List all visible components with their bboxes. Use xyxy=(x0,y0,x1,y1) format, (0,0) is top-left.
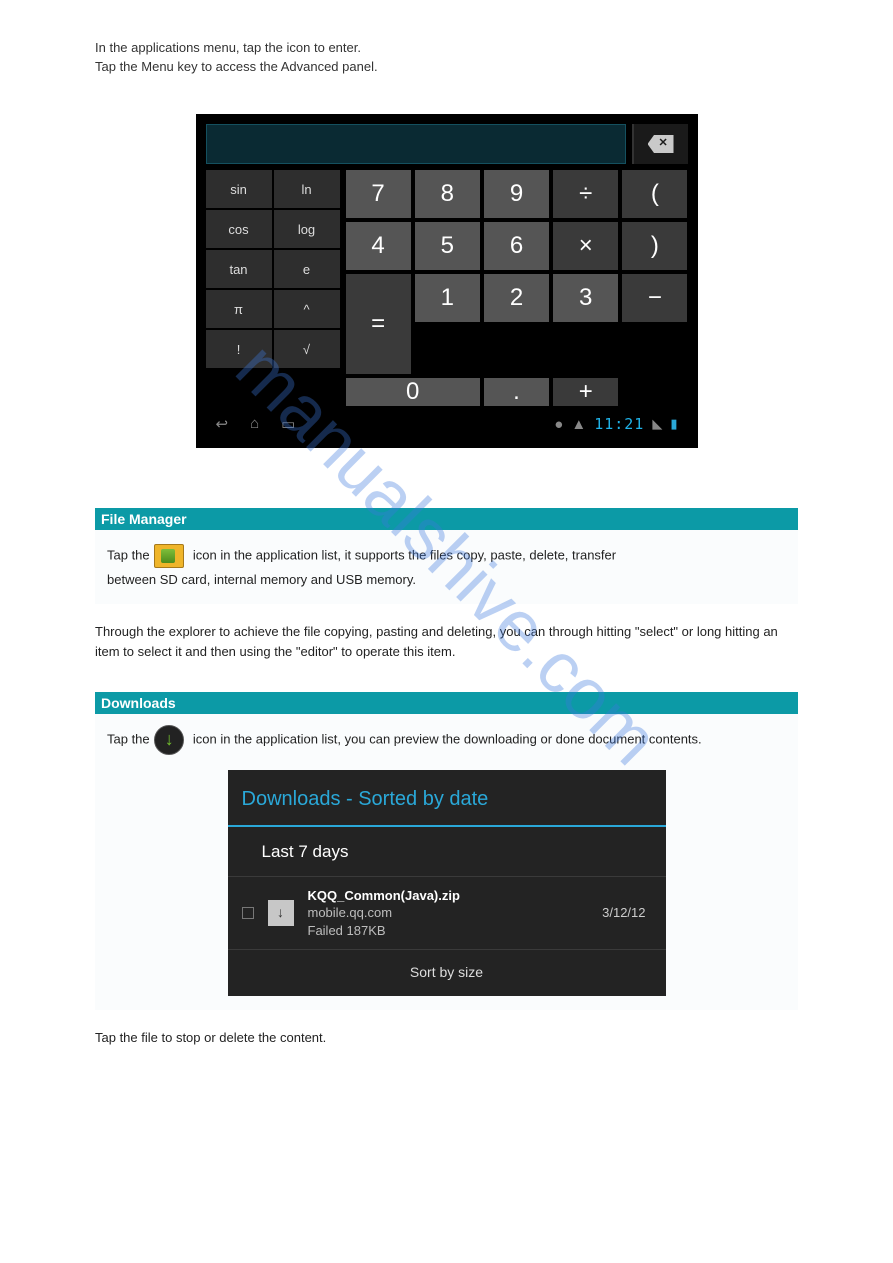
file-manager-icon xyxy=(153,542,185,570)
dl-text-after: icon in the application list, you can pr… xyxy=(193,732,702,747)
intro-line-1-before: In the applications menu, tap the icon xyxy=(95,40,310,55)
key-divide[interactable]: ÷ xyxy=(553,170,618,218)
explorer-paragraph: Through the explorer to achieve the file… xyxy=(95,622,798,662)
downloads-icon xyxy=(153,726,185,754)
dot-icon: ● xyxy=(554,416,563,433)
download-checkbox[interactable] xyxy=(242,907,254,919)
key-4[interactable]: 4 xyxy=(346,222,411,270)
download-status: Failed 187KB xyxy=(308,922,589,940)
home-icon[interactable]: ⌂ xyxy=(250,415,259,433)
key-1[interactable]: 1 xyxy=(415,274,480,322)
intro-line-1-after: to enter. xyxy=(314,40,361,55)
key-multiply[interactable]: × xyxy=(553,222,618,270)
key-7[interactable]: 7 xyxy=(346,170,411,218)
backspace-button[interactable] xyxy=(632,124,688,164)
fm-text-before: Tap the xyxy=(107,547,153,562)
recent-icon[interactable]: ▭ xyxy=(281,415,295,433)
wifi-icon: ◣ xyxy=(652,416,662,432)
key-6[interactable]: 6 xyxy=(484,222,549,270)
func-sin[interactable]: sin xyxy=(206,170,272,208)
func-tan[interactable]: tan xyxy=(206,250,272,288)
dl-text-before: Tap the xyxy=(107,732,153,747)
key-lparen[interactable]: ( xyxy=(622,170,687,218)
key-8[interactable]: 8 xyxy=(415,170,480,218)
key-dot[interactable]: . xyxy=(484,378,549,406)
downloads-title: Downloads - Sorted by date xyxy=(228,770,666,827)
download-file-icon: ↓ xyxy=(268,900,294,926)
clock: 11:21 xyxy=(594,415,644,433)
intro-line-2: Tap the Menu key to access the Advanced … xyxy=(95,59,798,74)
func-cos[interactable]: cos xyxy=(206,210,272,248)
downloads-panel: Downloads - Sorted by date Last 7 days ↓… xyxy=(228,770,666,996)
key-2[interactable]: 2 xyxy=(484,274,549,322)
battery-icon: ▮ xyxy=(670,416,677,432)
func-e[interactable]: e xyxy=(274,250,340,288)
key-plus[interactable]: + xyxy=(553,378,618,406)
section-downloads: Tap the icon in the application list, yo… xyxy=(95,714,798,1010)
back-icon[interactable]: ↩ xyxy=(216,415,229,433)
func-log[interactable]: log xyxy=(274,210,340,248)
download-date: 3/12/12 xyxy=(602,903,645,923)
func-ln[interactable]: ln xyxy=(274,170,340,208)
calculator-screenshot: sin ln cos log tan e π ^ ! √ 7 8 9 ÷ ( 4… xyxy=(196,114,698,448)
key-3[interactable]: 3 xyxy=(553,274,618,322)
fm-text-line2: between SD card, internal memory and USB… xyxy=(107,572,416,587)
key-9[interactable]: 9 xyxy=(484,170,549,218)
downloads-group-label: Last 7 days xyxy=(228,827,666,876)
func-pi[interactable]: π xyxy=(206,290,272,328)
key-5[interactable]: 5 xyxy=(415,222,480,270)
key-rparen[interactable]: ) xyxy=(622,222,687,270)
sort-by-size-button[interactable]: Sort by size xyxy=(228,950,666,996)
func-fact[interactable]: ! xyxy=(206,330,272,368)
section-file-manager: Tap the icon in the application list, it… xyxy=(95,530,798,604)
download-item[interactable]: ↓ KQQ_Common(Java).zip mobile.qq.com Fai… xyxy=(228,877,666,951)
calc-display[interactable] xyxy=(206,124,626,164)
key-0[interactable]: 0 xyxy=(346,378,480,406)
backspace-icon xyxy=(648,135,674,153)
func-sqrt[interactable]: √ xyxy=(274,330,340,368)
warning-icon: ▲ xyxy=(571,416,586,433)
key-equals[interactable]: = xyxy=(346,274,411,374)
heading-file-manager: File Manager xyxy=(95,508,798,530)
heading-downloads: Downloads xyxy=(95,692,798,714)
key-minus[interactable]: − xyxy=(622,274,687,322)
download-name: KQQ_Common(Java).zip xyxy=(308,887,589,905)
fm-text-after: icon in the application list, it support… xyxy=(193,547,616,562)
func-pow[interactable]: ^ xyxy=(274,290,340,328)
download-source: mobile.qq.com xyxy=(308,904,589,922)
trailer-paragraph: Tap the file to stop or delete the conte… xyxy=(95,1028,798,1048)
intro-line-1: In the applications menu, tap the icon t… xyxy=(95,40,798,55)
android-navbar: ↩ ⌂ ▭ ● ▲ 11:21 ◣ ▮ xyxy=(206,410,688,438)
